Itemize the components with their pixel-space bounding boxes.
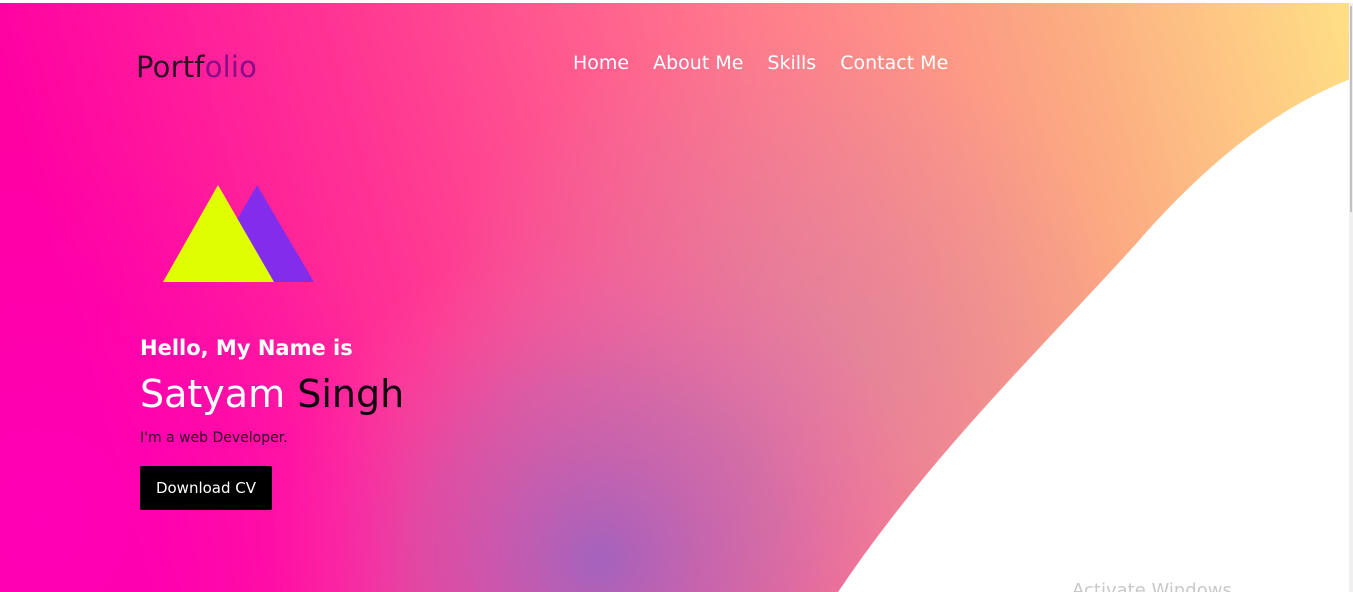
hero-subtitle: I'm a web Developer.: [140, 430, 288, 446]
hero-first-name: Satyam: [140, 372, 286, 416]
logo-text-accent: olio: [204, 50, 258, 84]
logo-text-primary: Portf: [136, 50, 205, 84]
main-nav: Home About Me Skills Contact Me: [573, 52, 948, 74]
site-logo[interactable]: Portfolio: [136, 50, 257, 84]
portfolio-page: Portfolio Home About Me Skills Contact M…: [0, 0, 1353, 592]
triangle-logo-graphic: [163, 185, 314, 282]
download-cv-button[interactable]: Download CV: [140, 466, 272, 510]
nav-home[interactable]: Home: [573, 52, 629, 74]
top-border: [0, 0, 1353, 3]
nav-about-me[interactable]: About Me: [653, 52, 743, 74]
hero-name: Satyam Singh: [140, 372, 404, 416]
scrollbar-thumb[interactable]: [1350, 6, 1352, 212]
activate-windows-watermark: Activate Windows: [1072, 580, 1232, 592]
nav-contact-me[interactable]: Contact Me: [840, 52, 948, 74]
hero-greeting: Hello, My Name is: [140, 336, 353, 360]
nav-skills[interactable]: Skills: [767, 52, 816, 74]
hero-last-name: Singh: [297, 372, 405, 416]
